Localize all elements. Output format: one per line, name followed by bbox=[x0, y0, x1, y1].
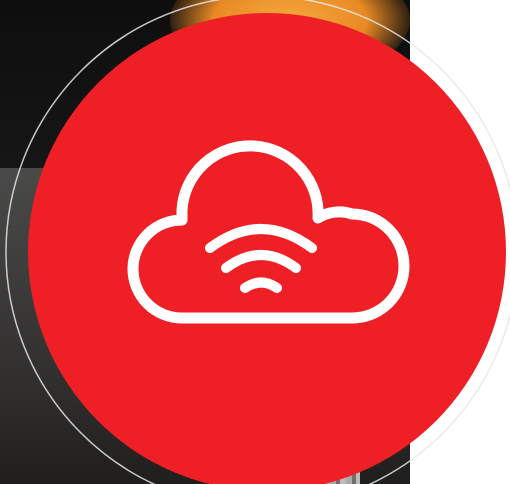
cloud-wifi-icon bbox=[127, 140, 410, 324]
wifi-wave-middle bbox=[221, 250, 301, 273]
wifi-wave-outer bbox=[205, 224, 317, 253]
graphic-canvas bbox=[0, 0, 510, 484]
wifi-wave-inner bbox=[240, 277, 282, 293]
